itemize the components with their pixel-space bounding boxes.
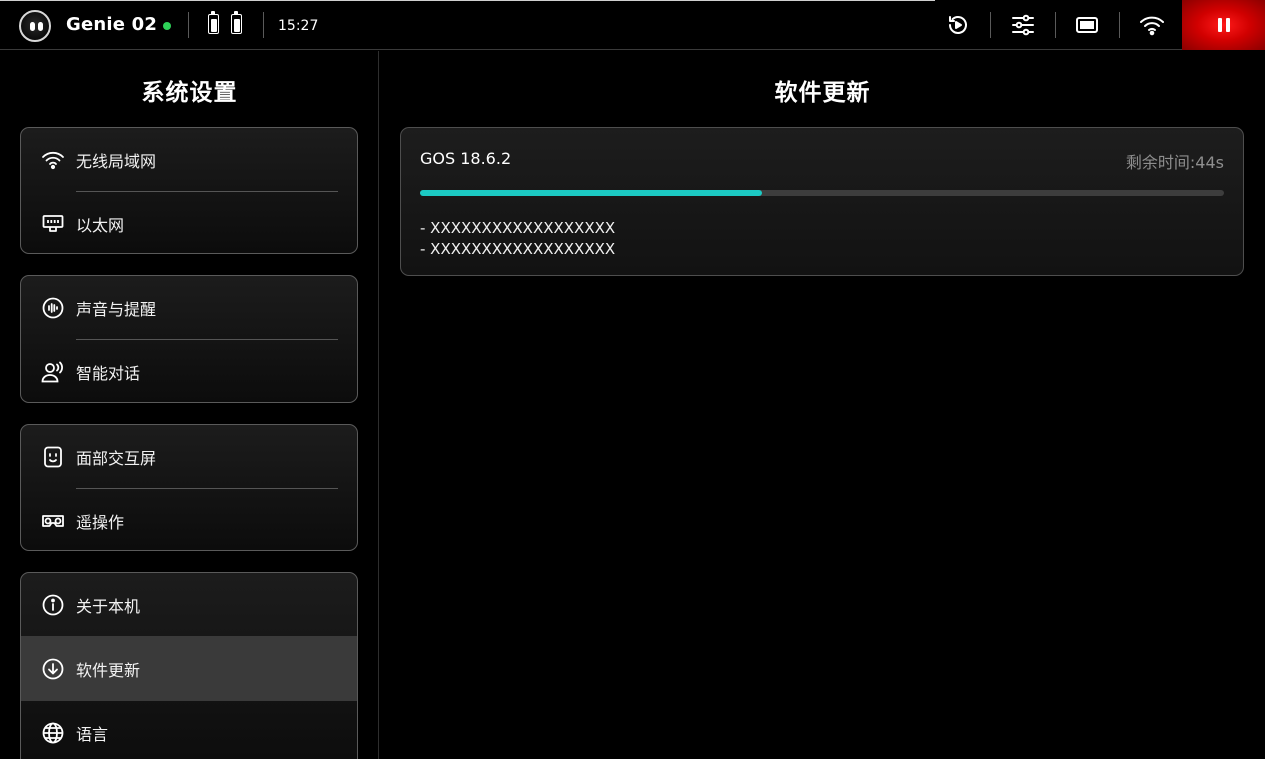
face-screen-icon bbox=[41, 445, 65, 469]
globe-icon bbox=[41, 721, 65, 745]
update-version: GOS 18.6.2 bbox=[420, 149, 512, 168]
sidebar-item-software-update[interactable]: 软件更新 bbox=[21, 636, 357, 701]
wifi-icon bbox=[41, 148, 65, 172]
download-icon bbox=[41, 657, 65, 681]
page-title: 软件更新 bbox=[774, 80, 871, 106]
sidebar-item-label: 声音与提醒 bbox=[76, 299, 157, 319]
separator bbox=[1055, 12, 1056, 38]
sidebar-item-language[interactable]: 语言 bbox=[21, 701, 357, 759]
sidebar: 系统设置 无线局域网 以太网 声音与提醒 智能对话 面部交互屏 遥操作 关于本机… bbox=[0, 51, 379, 759]
sidebar-item-wifi[interactable]: 无线局域网 bbox=[21, 128, 357, 191]
sidebar-item-face-screen[interactable]: 面部交互屏 bbox=[21, 425, 357, 488]
release-notes: - XXXXXXXXXXXXXXXXXX - XXXXXXXXXXXXXXXXX… bbox=[420, 218, 615, 260]
settings-group-interaction: 面部交互屏 遥操作 bbox=[20, 424, 358, 551]
sliders-icon[interactable] bbox=[1010, 12, 1036, 38]
sidebar-item-voice-chat[interactable]: 智能对话 bbox=[21, 340, 357, 402]
separator bbox=[263, 12, 264, 38]
battery-icon bbox=[231, 11, 242, 34]
avatar-eye-left bbox=[30, 22, 35, 31]
voice-user-icon bbox=[41, 360, 65, 384]
sidebar-item-label: 语言 bbox=[76, 724, 109, 744]
sidebar-item-label: 关于本机 bbox=[76, 596, 141, 616]
separator bbox=[990, 12, 991, 38]
settings-group-system: 关于本机 软件更新 语言 bbox=[20, 572, 358, 759]
robot-name: Genie 02 bbox=[66, 14, 158, 35]
ethernet-icon bbox=[41, 212, 65, 236]
remaining-time: 剩余时间:44s bbox=[1125, 153, 1224, 172]
sound-icon bbox=[41, 296, 65, 320]
separator bbox=[188, 12, 189, 38]
sidebar-item-label: 无线局域网 bbox=[76, 151, 157, 171]
clock: 15:27 bbox=[278, 18, 319, 34]
status-bar: Genie 02 15:27 bbox=[0, 0, 1265, 50]
screen-icon[interactable] bbox=[1074, 12, 1100, 38]
release-note-line: - XXXXXXXXXXXXXXXXXX bbox=[420, 219, 616, 237]
sidebar-item-label: 软件更新 bbox=[76, 660, 141, 680]
wifi-icon[interactable] bbox=[1139, 12, 1165, 38]
battery-icon bbox=[208, 11, 219, 34]
sidebar-item-label: 智能对话 bbox=[76, 363, 141, 383]
status-bar-topline bbox=[0, 0, 935, 1]
replay-icon[interactable] bbox=[945, 12, 971, 38]
pause-icon bbox=[1217, 18, 1222, 32]
sidebar-item-label: 以太网 bbox=[76, 215, 125, 235]
update-progress-fill bbox=[420, 190, 762, 196]
sidebar-item-label: 面部交互屏 bbox=[76, 448, 157, 468]
sidebar-item-teleoperation[interactable]: 遥操作 bbox=[21, 489, 357, 550]
settings-group-audio: 声音与提醒 智能对话 bbox=[20, 275, 358, 403]
pause-button[interactable] bbox=[1182, 0, 1265, 50]
sidebar-item-sound[interactable]: 声音与提醒 bbox=[21, 276, 357, 339]
update-card: GOS 18.6.2 剩余时间:44s - XXXXXXXXXXXXXXXXXX… bbox=[400, 127, 1244, 276]
settings-group-network: 无线局域网 以太网 bbox=[20, 127, 358, 254]
separator bbox=[1119, 12, 1120, 38]
release-note-line: - XXXXXXXXXXXXXXXXXX bbox=[420, 240, 616, 258]
update-progress-bar bbox=[420, 190, 1224, 196]
avatar-eye-right bbox=[38, 22, 43, 31]
sidebar-item-ethernet[interactable]: 以太网 bbox=[21, 192, 357, 253]
pause-icon bbox=[1225, 18, 1230, 32]
vr-headset-icon bbox=[41, 509, 65, 533]
sidebar-item-label: 遥操作 bbox=[76, 512, 125, 532]
info-icon bbox=[41, 593, 65, 617]
robot-avatar[interactable] bbox=[19, 10, 51, 42]
online-status-dot bbox=[163, 22, 171, 30]
sidebar-title: 系统设置 bbox=[141, 80, 238, 106]
main-panel: 软件更新 GOS 18.6.2 剩余时间:44s - XXXXXXXXXXXXX… bbox=[380, 51, 1265, 759]
sidebar-item-about[interactable]: 关于本机 bbox=[21, 573, 357, 636]
